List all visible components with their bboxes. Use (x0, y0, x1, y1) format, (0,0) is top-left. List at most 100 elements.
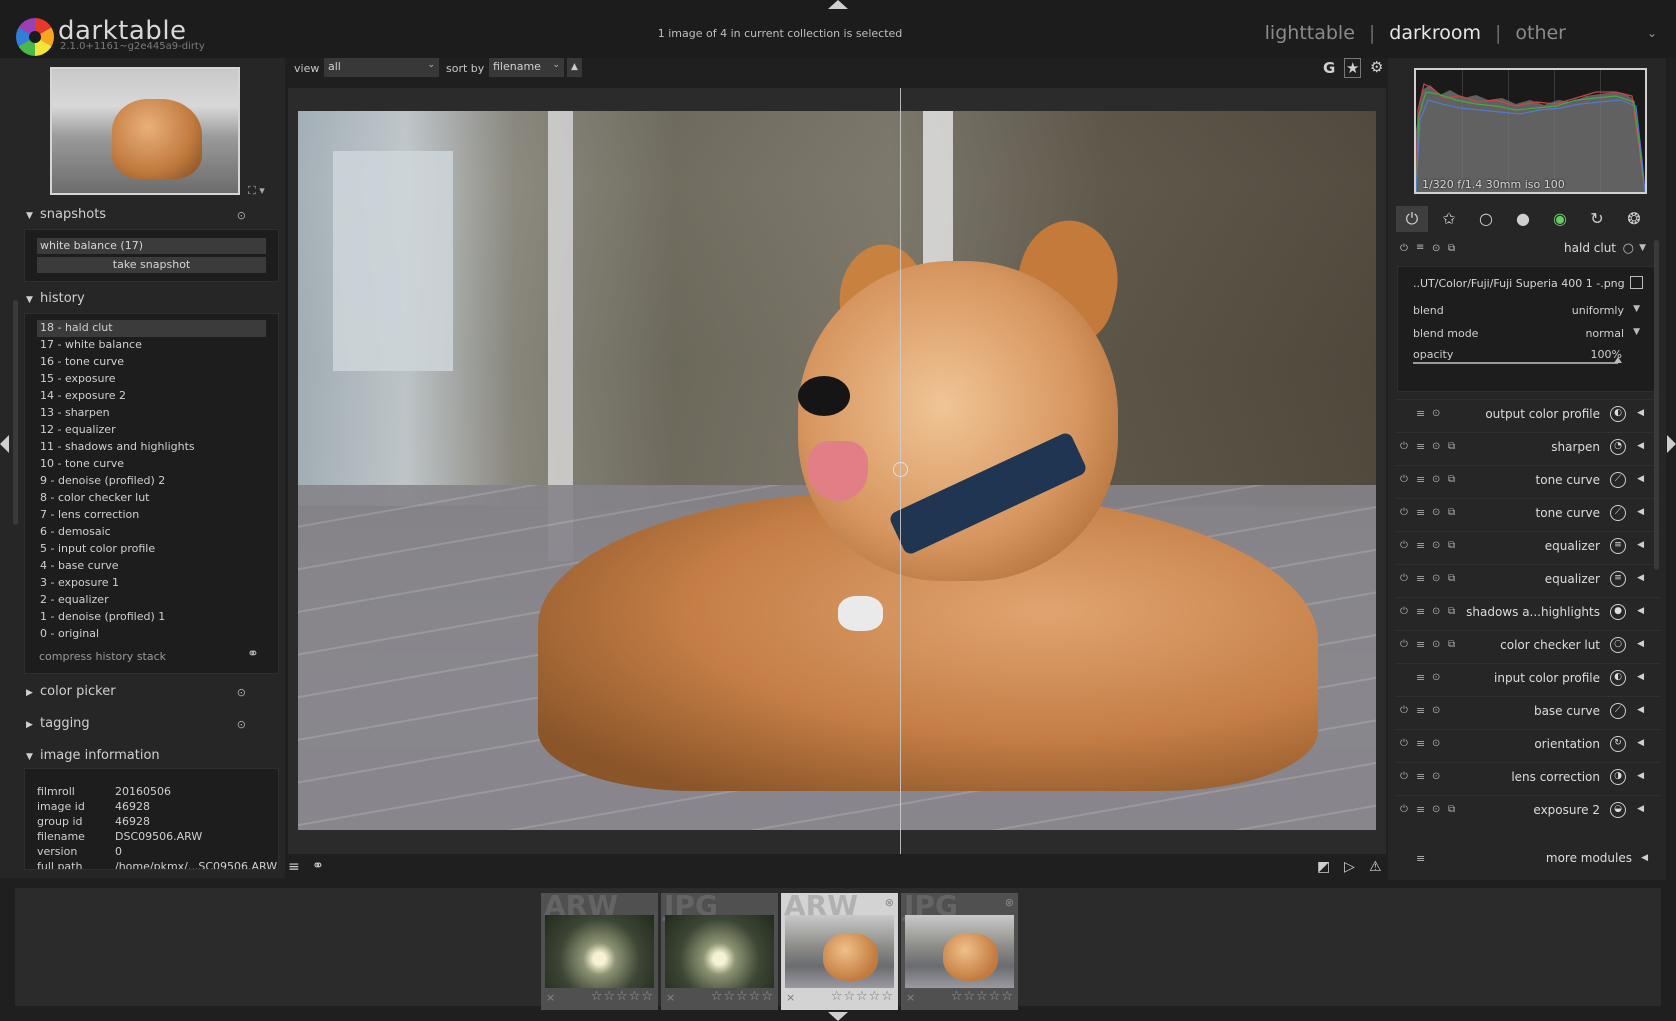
opacity-slider-knob[interactable] (1614, 357, 1622, 363)
collapse-right-arrow-icon[interactable] (1667, 435, 1676, 453)
collapse-top-arrow-icon[interactable] (828, 0, 848, 9)
take-snapshot-button[interactable]: take snapshot (37, 257, 266, 273)
more-modules-row[interactable]: ≡ more modules ◀ (1396, 847, 1660, 871)
styles-icon[interactable]: ⚭ (312, 858, 324, 874)
tagging-header[interactable]: ▶ tagging ⊙ (26, 716, 276, 736)
hald-clut-header[interactable]: ⏻ ≡ ⊙ ⧉ hald clut ○ ▼ (1396, 238, 1660, 260)
sort-by-combo[interactable]: filename ⌄ (489, 58, 564, 77)
presets-icon[interactable]: ≡ (1416, 704, 1425, 717)
history-item[interactable]: 9 - denoise (profiled) 2 (37, 473, 266, 490)
reset-icon[interactable]: ⊙ (1432, 639, 1440, 650)
power-icon[interactable]: ⏻ (1400, 804, 1408, 815)
group-icon[interactable]: ⊗ (1005, 896, 1014, 909)
history-item[interactable]: 18 - hald clut (37, 320, 266, 337)
reject-icon[interactable]: × (906, 991, 915, 1004)
group-icon[interactable]: ⊗ (885, 896, 894, 909)
power-icon[interactable]: ⏻ (1400, 738, 1408, 749)
collapsed-triangle-icon[interactable]: ◀ (1637, 804, 1644, 814)
reset-icon[interactable]: ⊙ (1432, 771, 1440, 782)
favorites-icon[interactable]: ✩ (1433, 206, 1465, 232)
settings-gear-icon[interactable]: ⚙ (1370, 58, 1383, 76)
collapsed-triangle-icon[interactable]: ◀ (1637, 441, 1644, 451)
collapse-left-arrow-icon[interactable] (0, 435, 9, 453)
tone-group-icon[interactable]: ● (1507, 206, 1539, 232)
multi-instance-icon[interactable]: ⧉ (1448, 606, 1455, 617)
blend-mode-value[interactable]: normal (1585, 327, 1624, 340)
history-item[interactable]: 8 - color checker lut (37, 490, 266, 507)
reject-icon[interactable]: × (666, 991, 675, 1004)
history-item[interactable]: 1 - denoise (profiled) 1 (37, 609, 266, 626)
history-item[interactable]: 17 - white balance (37, 337, 266, 354)
history-item[interactable]: 2 - equalizer (37, 592, 266, 609)
correct-group-icon[interactable]: ↻ (1581, 206, 1613, 232)
collapsed-triangle-icon[interactable]: ◀ (1637, 639, 1644, 649)
collapsed-triangle-icon[interactable]: ◀ (1637, 606, 1644, 616)
snapshots-header[interactable]: ▼ snapshots ⊙ (26, 207, 276, 227)
history-item[interactable]: 5 - input color profile (37, 541, 266, 558)
chevron-down-icon[interactable]: ▼ (1633, 304, 1640, 314)
presets-icon[interactable]: ≡ (1416, 605, 1425, 618)
basic-group-icon[interactable]: ○ (1470, 206, 1502, 232)
history-item[interactable]: 6 - demosaic (37, 524, 266, 541)
presets-icon[interactable]: ≡ (1416, 671, 1425, 684)
reset-icon[interactable]: ⊙ (1432, 672, 1440, 683)
history-item[interactable]: 11 - shadows and highlights (37, 439, 266, 456)
reset-icon[interactable]: ⊙ (1432, 243, 1440, 254)
module-row[interactable]: ⏻ ≡ ⊙ ⧉ tone curve ⟋ ◀ (1396, 498, 1660, 528)
power-icon[interactable]: ⏻ (1400, 639, 1408, 650)
module-row[interactable]: ≡ ⊙ output color profile ◐ ◀ (1396, 399, 1660, 429)
module-row[interactable]: ⏻ ≡ ⊙ orientation ↻ ◀ (1396, 729, 1660, 759)
module-row[interactable]: ⏻ ≡ ⊙ ⧉ tone curve ⟋ ◀ (1396, 465, 1660, 495)
collapsed-triangle-icon[interactable]: ◀ (1637, 474, 1644, 484)
zoom-fit-icon[interactable]: ⛶ ▾ (248, 184, 265, 198)
presets-icon[interactable]: ≡ (1416, 473, 1425, 486)
collapsed-triangle-icon[interactable]: ◀ (1637, 507, 1644, 517)
view-other[interactable]: other (1515, 22, 1566, 44)
filmstrip-thumbnail-selected[interactable]: ARW ⊗ × ☆☆☆☆☆ (781, 889, 898, 1010)
view-darkroom[interactable]: darkroom (1389, 22, 1481, 44)
presets-icon[interactable]: ≡ (1416, 638, 1425, 651)
presets-icon[interactable]: ≡ (1416, 770, 1425, 783)
reset-icon[interactable]: ⊙ (237, 686, 246, 699)
history-item[interactable]: 3 - exposure 1 (37, 575, 266, 592)
active-modules-power-icon[interactable]: ⏻ (1396, 206, 1428, 232)
collapsed-triangle-icon[interactable]: ◀ (1637, 672, 1644, 682)
history-item[interactable]: 10 - tone curve (37, 456, 266, 473)
power-icon[interactable]: ⏻ (1400, 573, 1408, 584)
star-rating[interactable]: ☆☆☆☆☆ (831, 989, 894, 1004)
reset-icon[interactable]: ⊙ (237, 718, 246, 731)
grouping-icon[interactable]: G (1323, 59, 1335, 77)
left-panel-scrollbar[interactable] (13, 300, 18, 525)
module-row[interactable]: ⏻ ≡ ⊙ base curve ⟋ ◀ (1396, 696, 1660, 726)
reset-icon[interactable]: ⊙ (1432, 738, 1440, 749)
power-icon[interactable]: ⏻ (1400, 771, 1408, 782)
multi-instance-icon[interactable]: ⧉ (1448, 639, 1455, 650)
collapsed-triangle-icon[interactable]: ◀ (1637, 540, 1644, 550)
module-row[interactable]: ⏻ ≡ ⊙ ⧉ color checker lut ○ ◀ (1396, 630, 1660, 660)
module-row[interactable]: ⏻ ≡ ⊙ ⧉ shadows a...highlights ● ◀ (1396, 597, 1660, 627)
history-item[interactable]: 13 - sharpen (37, 405, 266, 422)
module-row[interactable]: ⏻ ≡ ⊙ ⧉ sharpen ◔ ◀ (1396, 432, 1660, 462)
presets-icon[interactable]: ≡ (1416, 242, 1424, 253)
module-row[interactable]: ≡ ⊙ input color profile ◐ ◀ (1396, 663, 1660, 693)
history-item[interactable]: 16 - tone curve (37, 354, 266, 371)
reset-icon[interactable]: ⊙ (237, 209, 246, 222)
presets-icon[interactable]: ≡ (1416, 506, 1425, 519)
snapshot-item[interactable]: white balance (17) (37, 238, 266, 254)
reset-icon[interactable]: ⊙ (1432, 804, 1440, 815)
chevron-down-icon[interactable]: ▼ (1633, 327, 1640, 337)
power-icon[interactable]: ⏻ (1400, 441, 1408, 452)
navigation-preview[interactable] (50, 67, 240, 195)
multi-instance-icon[interactable]: ⧉ (1448, 540, 1455, 551)
reject-icon[interactable]: × (546, 991, 555, 1004)
presets-icon[interactable]: ≡ (1416, 803, 1425, 816)
power-icon[interactable]: ⏻ (1400, 507, 1408, 518)
reset-icon[interactable]: ⊙ (1432, 540, 1440, 551)
presets-menu-icon[interactable]: ≡ (288, 859, 300, 875)
softproof-icon[interactable]: ▷ (1344, 859, 1355, 875)
history-item[interactable]: 15 - exposure (37, 371, 266, 388)
reset-icon[interactable]: ⊙ (1432, 408, 1440, 419)
collapsed-triangle-icon[interactable]: ◀ (1637, 738, 1644, 748)
view-filter-combo[interactable]: all ⌄ (324, 58, 439, 77)
reset-icon[interactable]: ⊙ (1432, 705, 1440, 716)
